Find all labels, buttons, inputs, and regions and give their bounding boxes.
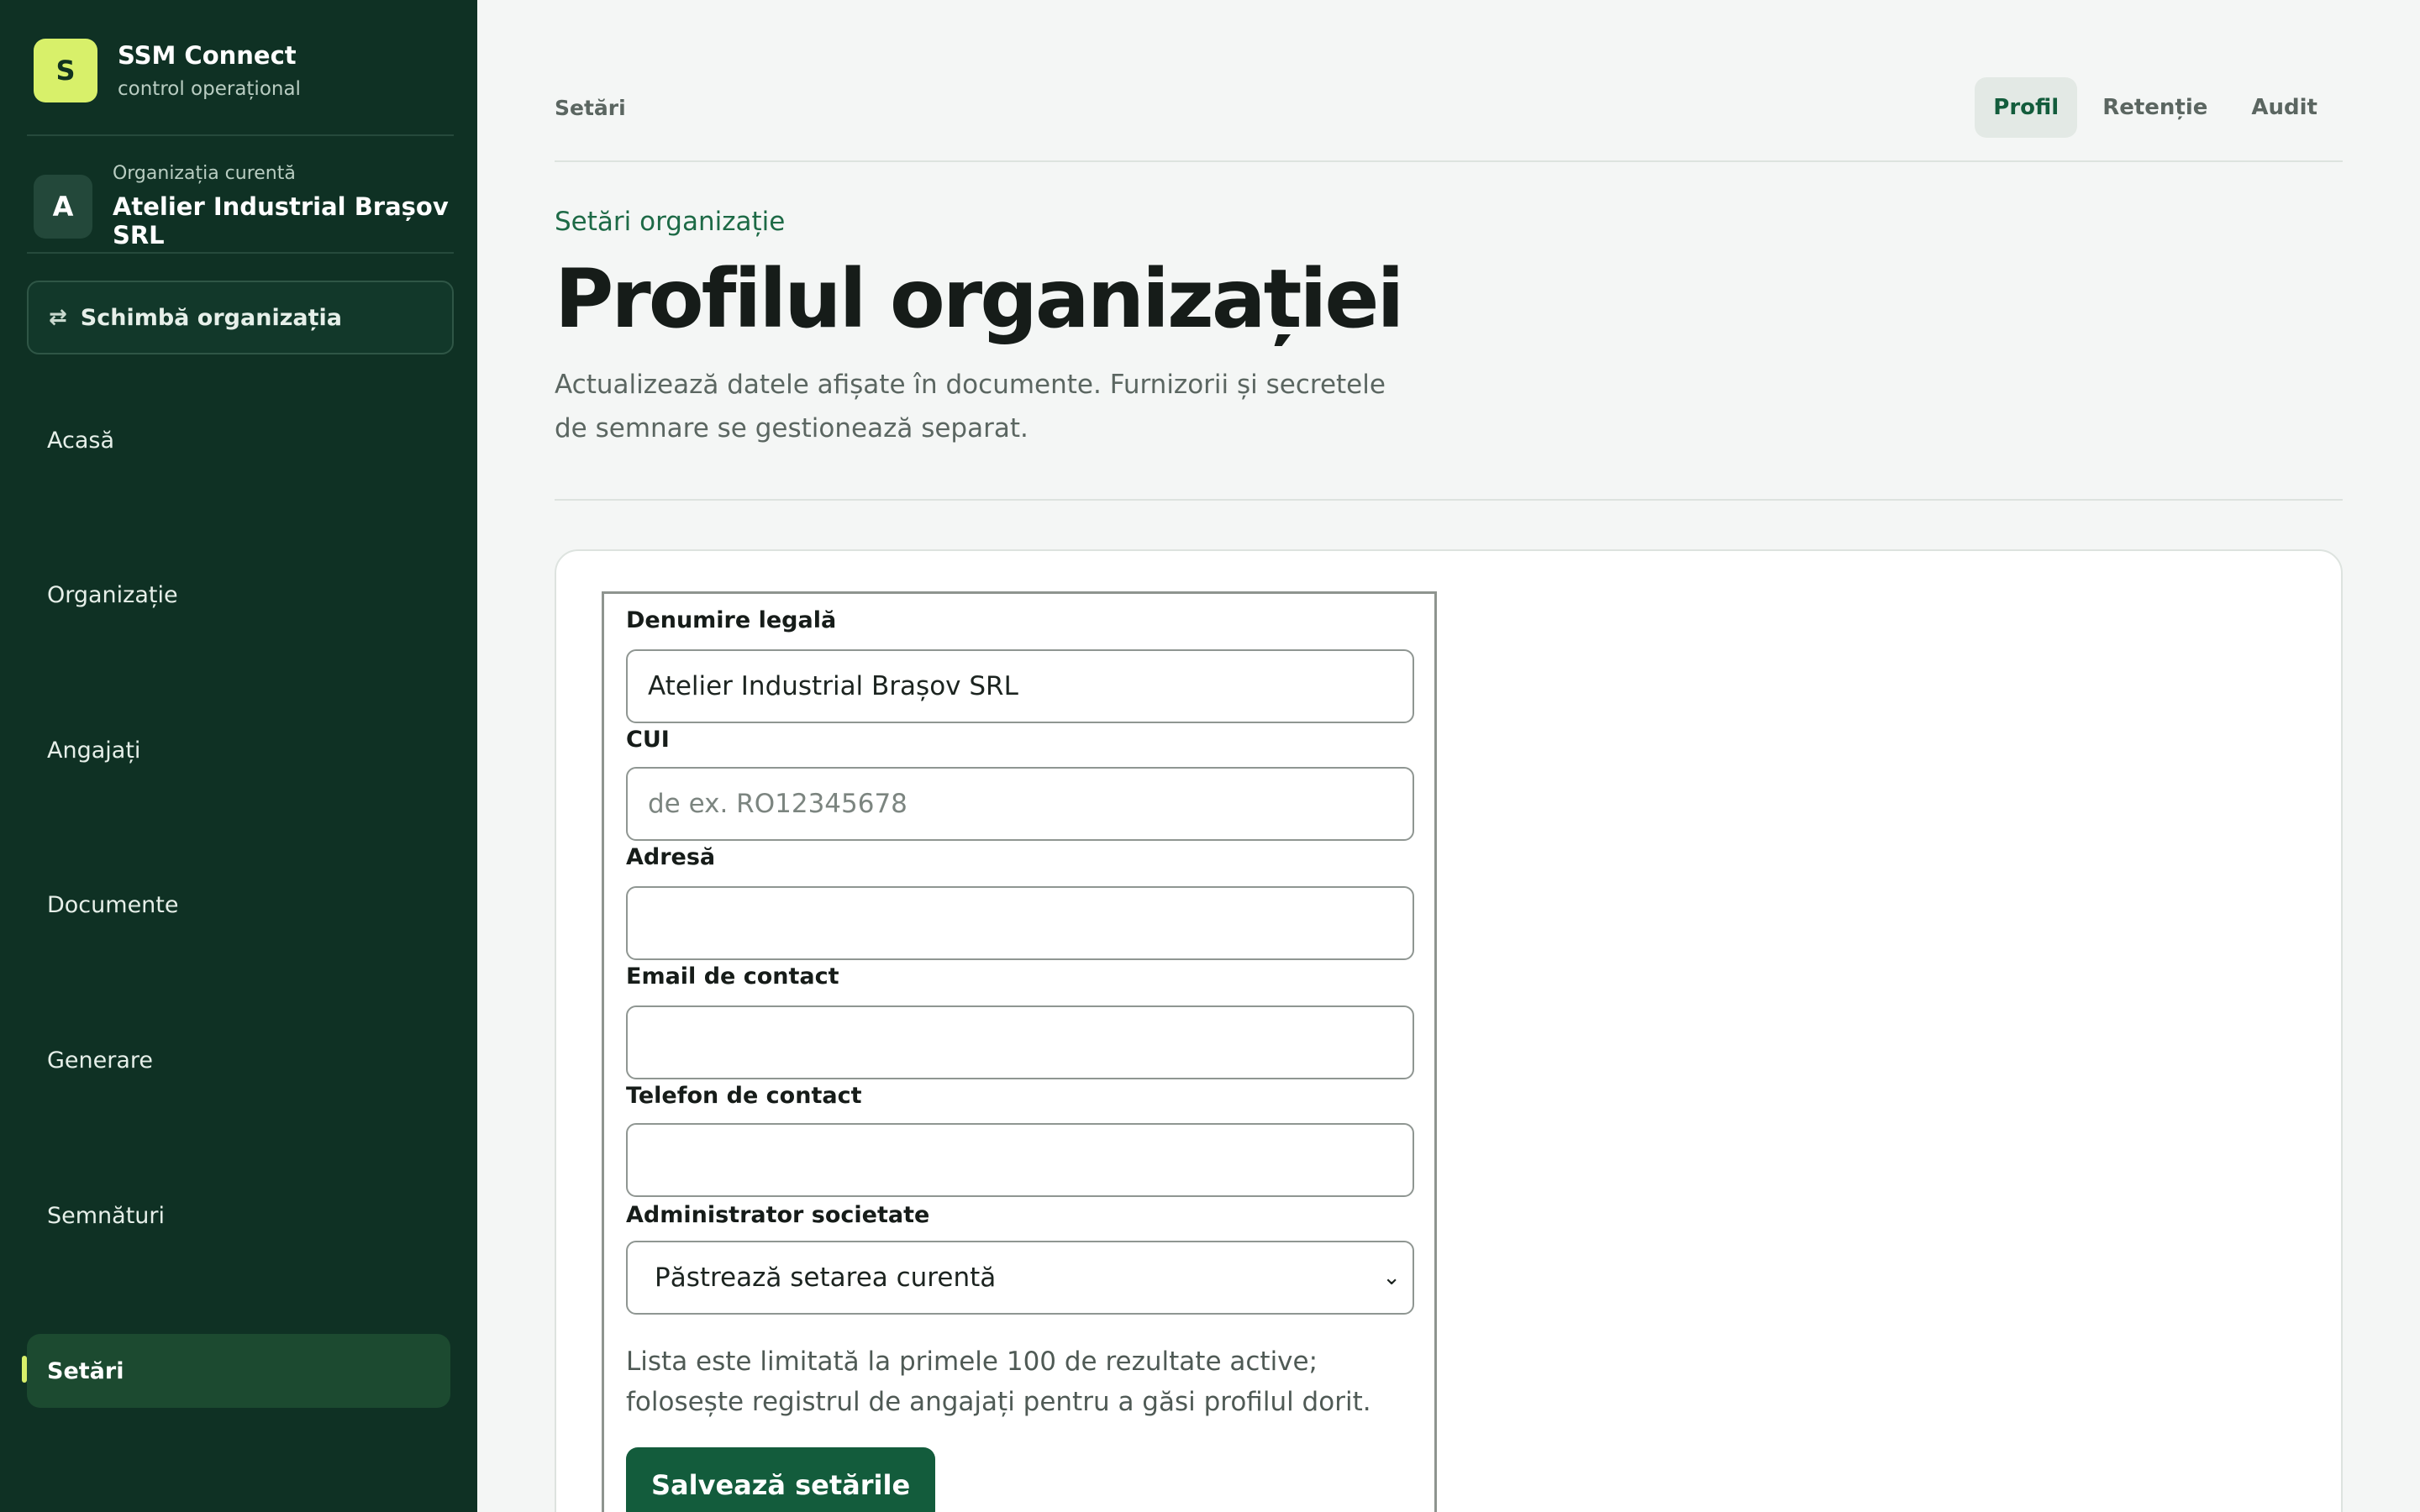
brand-name: SSM Connect (118, 41, 297, 70)
org-label: Organizația curentă (112, 163, 296, 184)
tab-profil[interactable]: Profil (1975, 77, 2078, 138)
heading-divider (555, 499, 2343, 501)
sidebar: S SSM Connect control operațional A Orga… (0, 0, 477, 1512)
brand: S SSM Connect control operațional (34, 39, 301, 102)
administrator-select[interactable]: Păstrează setarea curentă ⌄ (626, 1241, 1414, 1315)
cui-label: CUI (626, 727, 670, 753)
org-name: Atelier Industrial Brașov SRL (112, 192, 449, 249)
brand-logo: S (34, 39, 97, 102)
section-eyebrow: Setări organizație (555, 207, 786, 237)
sidebar-item-setari[interactable]: Setări (27, 1334, 450, 1408)
sidebar-item-acasa[interactable]: Acasă (27, 403, 450, 477)
sidebar-item-label: Semnături (47, 1202, 166, 1229)
sidebar-divider (27, 134, 454, 136)
org-avatar: A (34, 174, 92, 239)
sidebar-item-generare[interactable]: Generare (27, 1023, 450, 1097)
current-organization: A Organizația curentă Atelier Industrial… (34, 163, 477, 249)
active-nav-indicator (22, 1356, 27, 1383)
switch-organization-label: Schimbă organizația (80, 304, 343, 331)
brand-subtitle: control operațional (118, 78, 301, 100)
sidebar-item-label: Generare (47, 1047, 154, 1074)
phone-input[interactable] (626, 1123, 1414, 1197)
phone-label: Telefon de contact (626, 1083, 862, 1109)
chevron-down-icon: ⌄ (1382, 1265, 1401, 1290)
email-input[interactable] (626, 1005, 1414, 1079)
settings-tabs: Profil Retenție Audit (1975, 77, 2336, 138)
header-divider (555, 160, 2343, 162)
settings-card: Denumire legală Atelier Industrial Brașo… (555, 549, 2343, 1512)
sidebar-item-semnaturi[interactable]: Semnături (27, 1179, 450, 1252)
swap-arrows-icon: ⇄ (49, 305, 67, 330)
address-input[interactable] (626, 886, 1414, 960)
page-title: Profilul organizației (555, 252, 1404, 346)
cui-input[interactable]: de ex. RO12345678 (626, 767, 1414, 841)
legal-name-input[interactable]: Atelier Industrial Brașov SRL (626, 649, 1414, 723)
sidebar-item-angajati[interactable]: Angajați (27, 713, 450, 787)
tab-retentie[interactable]: Retenție (2084, 77, 2226, 138)
sidebar-item-label: Organizație (47, 581, 178, 608)
sidebar-item-label: Acasă (47, 427, 114, 454)
breadcrumb: Setări (555, 96, 626, 120)
sidebar-item-label: Angajați (47, 737, 141, 764)
sidebar-item-documente[interactable]: Documente (27, 868, 450, 942)
sidebar-item-label: Setări (47, 1357, 124, 1384)
save-button[interactable]: Salvează setările (626, 1447, 936, 1512)
page-description: Actualizează datele afișate în documente… (555, 370, 1386, 444)
switch-organization-button[interactable]: ⇄ Schimbă organizația (27, 281, 454, 354)
address-label: Adresă (626, 844, 716, 870)
sidebar-item-organizatie[interactable]: Organizație (27, 558, 450, 632)
administrator-selected-value: Păstrează setarea curentă (655, 1263, 997, 1293)
tab-audit[interactable]: Audit (2233, 77, 2336, 138)
legal-name-label: Denumire legală (626, 607, 837, 633)
sidebar-item-label: Documente (47, 891, 179, 918)
organization-profile-form: Denumire legală Atelier Industrial Brașo… (602, 591, 1437, 1512)
administrator-hint: Lista este limitată la primele 100 de re… (626, 1347, 1371, 1417)
sidebar-divider (27, 252, 454, 254)
email-label: Email de contact (626, 963, 839, 990)
administrator-label: Administrator societate (626, 1202, 930, 1228)
